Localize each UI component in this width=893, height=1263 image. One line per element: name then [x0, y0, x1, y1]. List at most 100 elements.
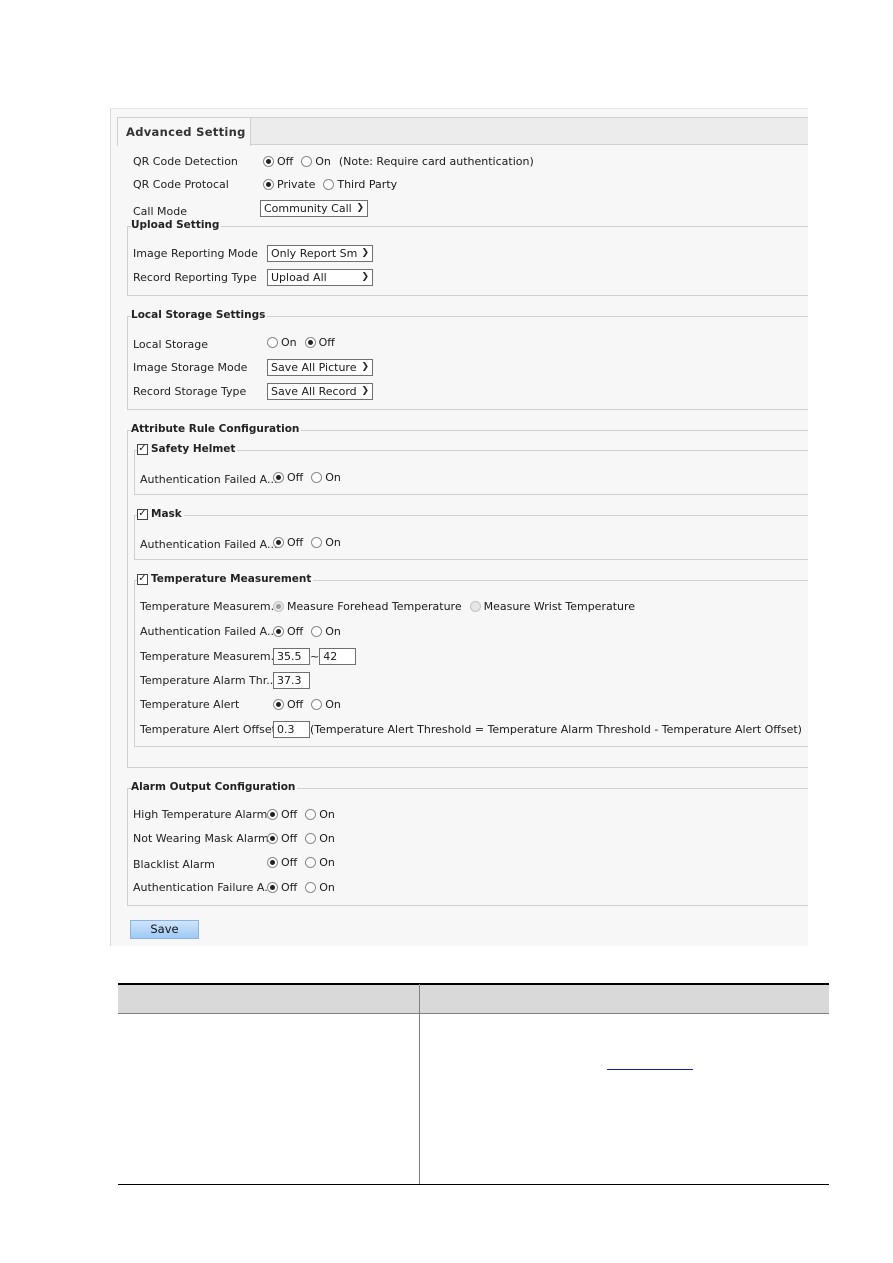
temperature-auth-failed-on-radio[interactable] — [311, 625, 323, 637]
table-header — [118, 984, 829, 1014]
forehead-temperature-label: Measure Forehead Temperature — [287, 599, 462, 613]
auth-failure-alarm-off-radio[interactable] — [267, 881, 278, 893]
qr-detection-note: (Note: Require card authentication) — [338, 154, 534, 168]
high-temperature-alarm-label: High Temperature Alarm — [133, 807, 268, 821]
chevron-down-icon: ❯ — [356, 203, 364, 213]
chevron-down-icon: ❯ — [361, 386, 369, 396]
on-label: On — [319, 831, 335, 845]
alert-offset-note: (Temperature Alert Threshold = Temperatu… — [310, 722, 802, 736]
call-mode-select[interactable]: Community Call ❯ — [260, 199, 368, 217]
blacklist-alarm-label: Blacklist Alarm — [133, 857, 215, 871]
temperature-checkbox[interactable]: ✓ — [137, 573, 148, 585]
on-label: On — [319, 807, 335, 821]
helmet-auth-failed-row: Authentication Failed A... Off On — [140, 468, 343, 486]
qr-detection-on-label: On — [315, 154, 331, 168]
image-reporting-mode-select[interactable]: Only Report Sm ❯ — [267, 244, 373, 262]
qr-detection-off-radio[interactable] — [263, 155, 274, 167]
high-temperature-alarm-off-radio[interactable] — [267, 808, 278, 820]
image-reporting-mode-value: Only Report Sm — [271, 246, 358, 260]
auth-failure-alarm-label: Authentication Failure A... — [133, 880, 275, 894]
high-temperature-alarm-on-radio[interactable] — [305, 808, 317, 820]
record-reporting-type-select[interactable]: Upload All ❯ — [267, 268, 373, 286]
record-reporting-type-label: Record Reporting Type — [133, 270, 257, 284]
on-label: On — [319, 855, 335, 869]
call-mode-label: Call Mode — [133, 204, 188, 218]
qr-protocol-row: QR Code Protocal Private Third Party — [133, 175, 399, 193]
off-label: Off — [281, 855, 298, 869]
alarm-threshold-row: Temperature Alarm Thr... 37.3 — [140, 671, 310, 689]
temperature-title: ✓ Temperature Measurement — [137, 573, 314, 585]
image-reporting-mode-label: Image Reporting Mode — [133, 246, 258, 260]
temperature-alert-on-radio[interactable] — [311, 698, 323, 710]
image-storage-mode-label: Image Storage Mode — [133, 360, 248, 374]
mask-alarm-on-radio[interactable] — [305, 832, 317, 844]
local-storage-off-label: Off — [318, 335, 335, 349]
qr-protocol-label: QR Code Protocal — [133, 177, 229, 191]
record-storage-type-select[interactable]: Save All Record ❯ — [267, 382, 373, 400]
helmet-auth-failed-off-radio[interactable] — [273, 471, 284, 483]
table-top-rule — [118, 983, 829, 985]
alarm-output-row: Not Wearing Mask Alarm Off On — [133, 829, 337, 847]
tab-advanced-setting[interactable]: Advanced Setting — [117, 117, 251, 146]
qr-detection-row: QR Code Detection Off On (Note: Require … — [133, 152, 534, 170]
temperature-auth-failed-row: Authentication Failed A... Off On — [140, 622, 343, 640]
alert-offset-input[interactable]: 0.3 — [273, 720, 310, 738]
advanced-setting-screenshot: Advanced Setting QR Code Detection Off O… — [110, 108, 808, 946]
table-header-rule — [118, 1013, 829, 1014]
local-storage-title: Local Storage Settings — [131, 309, 268, 321]
safety-helmet-checkbox[interactable]: ✓ — [137, 443, 148, 455]
forehead-temperature-radio[interactable] — [273, 600, 284, 612]
temperature-min-input[interactable]: 35.5 — [273, 647, 310, 665]
blacklist-alarm-off-radio[interactable] — [267, 856, 278, 868]
cross-reference-link[interactable] — [607, 1069, 693, 1070]
qr-detection-on-radio[interactable] — [301, 155, 313, 167]
qr-protocol-third-party-label: Third Party — [337, 177, 398, 191]
parameter-table — [118, 983, 829, 1185]
off-label: Off — [281, 831, 298, 845]
call-mode-row: Call Mode Community Call ❯ — [133, 199, 368, 218]
mask-auth-failed-row: Authentication Failed A... Off On — [140, 533, 343, 551]
chevron-down-icon: ❯ — [361, 362, 369, 372]
local-storage-on-radio[interactable] — [267, 336, 278, 348]
helmet-auth-failed-label: Authentication Failed A... — [140, 472, 278, 486]
save-button[interactable]: Save — [130, 920, 199, 939]
temperature-max-input[interactable]: 42 — [319, 647, 357, 665]
local-storage-row: Local Storage On Off — [133, 333, 337, 351]
temperature-alert-off-radio[interactable] — [273, 698, 284, 710]
alarm-output-row: Authentication Failure A... Off On — [133, 878, 337, 896]
alert-offset-row: Temperature Alert Offset 0.3 (Temperatur… — [140, 720, 802, 738]
table-bottom-rule — [118, 1183, 829, 1185]
mask-auth-failed-on-radio[interactable] — [311, 536, 323, 548]
alarm-threshold-input[interactable]: 37.3 — [273, 671, 310, 689]
chevron-down-icon: ❯ — [361, 248, 369, 258]
mask-auth-failed-label: Authentication Failed A... — [140, 537, 278, 551]
qr-protocol-third-party-radio[interactable] — [323, 178, 335, 190]
local-storage-on-label: On — [281, 335, 297, 349]
wrist-temperature-label: Measure Wrist Temperature — [483, 599, 636, 613]
record-reporting-type-row: Record Reporting Type Upload All ❯ — [133, 268, 373, 286]
chevron-down-icon: ❯ — [361, 272, 369, 282]
local-storage-off-radio[interactable] — [304, 336, 316, 348]
temperature-range-label: Temperature Measurem... — [140, 649, 282, 663]
mask-alarm-off-radio[interactable] — [267, 832, 278, 844]
image-storage-mode-row: Image Storage Mode Save All Picture ❯ — [133, 358, 373, 376]
blacklist-alarm-on-radio[interactable] — [305, 856, 317, 868]
helmet-auth-failed-on-radio[interactable] — [311, 471, 323, 483]
auth-failure-alarm-on-radio[interactable] — [305, 881, 317, 893]
temperature-mode-label: Temperature Measurem... — [140, 599, 282, 613]
alarm-output-title: Alarm Output Configuration — [131, 781, 298, 793]
image-storage-mode-select[interactable]: Save All Picture ❯ — [267, 358, 373, 376]
mask-auth-failed-off-radio[interactable] — [273, 536, 284, 548]
attribute-rule-title: Attribute Rule Configuration — [131, 423, 302, 435]
temperature-auth-failed-off-radio[interactable] — [273, 625, 284, 637]
mask-checkbox[interactable]: ✓ — [137, 508, 148, 520]
wrist-temperature-radio[interactable] — [469, 600, 481, 612]
mask-auth-failed-off-label: Off — [287, 535, 304, 549]
record-reporting-type-value: Upload All — [271, 270, 327, 284]
on-label: On — [319, 880, 335, 894]
qr-protocol-private-radio[interactable] — [263, 178, 274, 190]
temperature-alert-on-label: On — [325, 697, 341, 711]
mask-auth-failed-on-label: On — [325, 535, 341, 549]
record-storage-type-label: Record Storage Type — [133, 384, 247, 398]
range-separator: ~ — [310, 649, 320, 663]
